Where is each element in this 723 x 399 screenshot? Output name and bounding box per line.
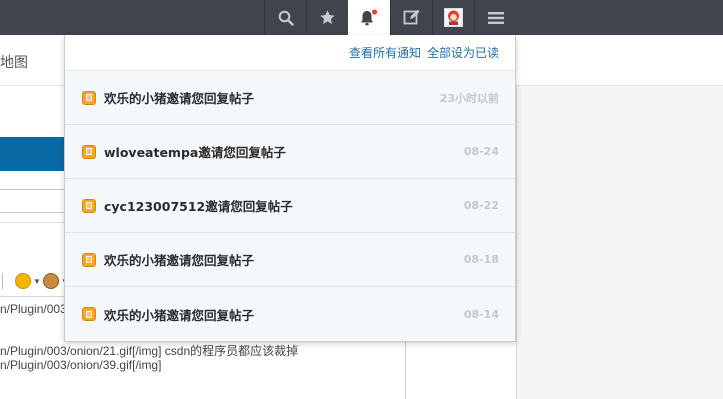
notification-text: wloveatempa邀请您回复帖子: [104, 145, 286, 160]
notification-time: 08-14: [463, 307, 499, 321]
notification-time: 08-24: [463, 145, 499, 158]
top-navigation-bar: [0, 0, 723, 35]
sitemap-link[interactable]: 地图: [0, 52, 28, 72]
avatar: [444, 8, 463, 27]
edit-icon: [403, 9, 420, 25]
notification-text: 欢乐的小猪邀请您回复帖子: [104, 91, 255, 106]
notification-text: 欢乐的小猪邀请您回复帖子: [104, 307, 255, 323]
star-icon: [320, 10, 335, 24]
compose-button[interactable]: [390, 0, 432, 35]
title-input[interactable]: [0, 189, 70, 213]
view-all-notifications-link[interactable]: 查看所有通知: [349, 44, 421, 61]
notification-icon: [82, 90, 96, 105]
mark-all-read-link[interactable]: 全部设为已读: [427, 44, 499, 61]
notification-icon: [82, 252, 96, 267]
search-icon: [278, 10, 294, 26]
notifications-header: 查看所有通知 全部设为已读: [65, 35, 515, 71]
notification-icon: [82, 198, 96, 213]
toolbar-separator: [2, 273, 3, 289]
user-avatar-button[interactable]: [432, 0, 474, 35]
notification-item[interactable]: 欢乐的小猪邀请您回复帖子 08-14: [65, 287, 515, 341]
notifications-button[interactable]: [348, 0, 390, 35]
editor-text-line: n/Plugin/003/onion/21.gif[/img] csdn的程序员…: [0, 344, 299, 358]
chevron-down-icon[interactable]: ▼: [33, 277, 41, 286]
notification-time: 23小时以前: [439, 91, 499, 105]
notification-item[interactable]: wloveatempa邀请您回复帖子 08-24: [65, 125, 515, 179]
notification-time: 08-22: [463, 199, 499, 212]
notifications-dropdown: 查看所有通知 全部设为已读 欢乐的小猪邀请您回复帖子 23小时以前 wlovea…: [64, 35, 516, 342]
search-button[interactable]: [264, 0, 306, 35]
editor-toolbar: ▼ ▼: [0, 266, 70, 296]
notification-badge: [371, 8, 378, 15]
notification-item[interactable]: cyc123007512邀请您回复帖子 08-22: [65, 179, 515, 233]
menu-button[interactable]: [474, 0, 516, 35]
notification-text: cyc123007512邀请您回复帖子: [104, 199, 293, 214]
monkey-emoji-icon[interactable]: [42, 273, 59, 289]
notification-item[interactable]: 欢乐的小猪邀请您回复帖子 23小时以前: [65, 71, 515, 125]
editor-text-line: n/Plugin/003/onion/39.gif[/img]: [0, 358, 162, 372]
notification-icon: [82, 144, 96, 159]
right-sidebar: [516, 86, 723, 399]
emoji-icon[interactable]: [15, 273, 31, 289]
bell-icon: [361, 8, 378, 25]
section-header-bar: [0, 137, 70, 171]
notification-time: 08-18: [463, 253, 499, 266]
notification-text: 欢乐的小猪邀请您回复帖子: [104, 253, 255, 268]
menu-icon: [487, 11, 504, 24]
divider: [0, 222, 70, 223]
notification-item[interactable]: 欢乐的小猪邀请您回复帖子 08-18: [65, 233, 515, 287]
favorites-button[interactable]: [306, 0, 348, 35]
notification-icon: [82, 307, 96, 321]
